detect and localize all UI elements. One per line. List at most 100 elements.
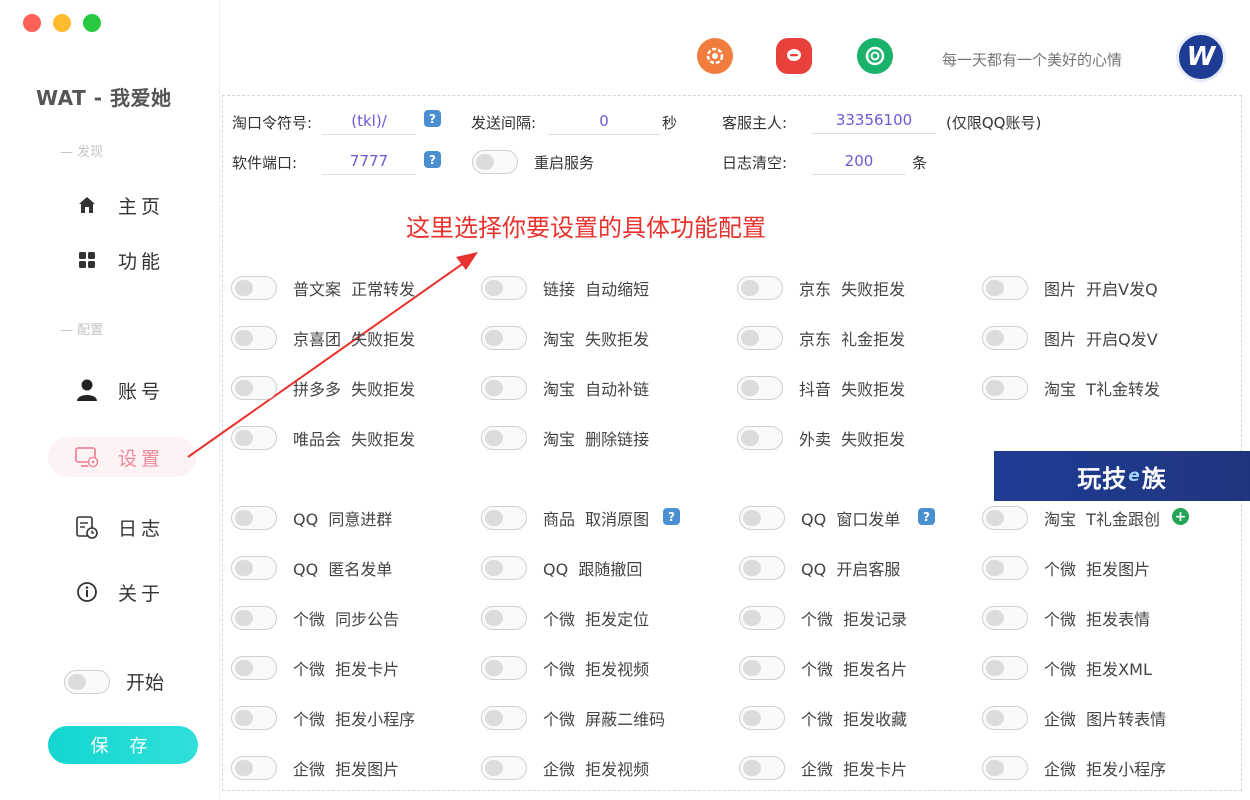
option-switch[interactable] [982, 656, 1028, 680]
option-toggle: QQ 开启客服 [739, 555, 900, 581]
option-label: 个微 拒发XML [1044, 660, 1152, 679]
option-toggle: 淘宝 删除链接 [481, 425, 649, 451]
option-label: QQ 窗口发单 [801, 510, 901, 529]
option-switch[interactable] [982, 606, 1028, 630]
option-toggle: 个微 同步公告 [231, 605, 399, 631]
option-label: 企微 拒发卡片 [801, 760, 908, 779]
option-switch[interactable] [481, 506, 527, 530]
option-toggle: QQ 同意进群 [231, 505, 392, 531]
option-switch[interactable] [231, 426, 277, 450]
option-switch[interactable] [481, 376, 527, 400]
option-switch[interactable] [737, 326, 783, 350]
option-switch[interactable] [982, 556, 1028, 580]
option-switch[interactable] [481, 326, 527, 350]
option-label: 个微 屏蔽二维码 [543, 710, 666, 729]
option-label: 淘宝 删除链接 [543, 430, 650, 449]
option-label: 普文案 正常转发 [293, 280, 416, 299]
option-toggle: 个微 拒发卡片 [231, 655, 399, 681]
option-switch[interactable] [982, 376, 1028, 400]
option-switch[interactable] [739, 606, 785, 630]
option-switch[interactable] [737, 376, 783, 400]
option-label: 个微 拒发小程序 [293, 710, 416, 729]
option-label: 抖音 失败拒发 [799, 380, 906, 399]
option-switch[interactable] [982, 276, 1028, 300]
option-switch[interactable] [737, 276, 783, 300]
watermark-text-e: e [1128, 466, 1141, 486]
option-label: 商品 取消原图 [543, 510, 650, 529]
option-label: 淘宝 T礼金跟创 [1044, 510, 1160, 529]
option-switch[interactable] [231, 556, 277, 580]
option-label: QQ 跟随撤回 [543, 560, 643, 579]
option-switch[interactable] [739, 656, 785, 680]
option-switch[interactable] [231, 276, 277, 300]
option-label: 企微 拒发小程序 [1044, 760, 1167, 779]
option-switch[interactable] [481, 556, 527, 580]
option-switch[interactable] [739, 756, 785, 780]
option-toggle: QQ 窗口发单 [739, 505, 900, 531]
option-toggle: QQ 匿名发单 [231, 555, 392, 581]
option-toggle: 个微 拒发名片 [739, 655, 907, 681]
option-toggle: 企微 拒发卡片 [739, 755, 907, 781]
option-toggle: 外卖 失败拒发 [737, 425, 905, 451]
option-switch[interactable] [982, 506, 1028, 530]
option-toggle: 企微 图片转表情 [982, 705, 1166, 731]
option-toggle: 个微 拒发收藏 [739, 705, 907, 731]
option-switch[interactable] [982, 756, 1028, 780]
window-order-help-icon[interactable]: ? [918, 508, 935, 525]
option-label: 京东 礼金拒发 [799, 330, 906, 349]
option-switch[interactable] [231, 606, 277, 630]
option-switch[interactable] [481, 276, 527, 300]
option-toggle: 京东 失败拒发 [737, 275, 905, 301]
option-switch[interactable] [231, 506, 277, 530]
option-switch[interactable] [481, 656, 527, 680]
option-switch[interactable] [481, 606, 527, 630]
option-switch[interactable] [982, 326, 1028, 350]
option-toggle: QQ 跟随撤回 [481, 555, 642, 581]
option-switch[interactable] [481, 756, 527, 780]
option-switch[interactable] [982, 706, 1028, 730]
option-label: 企微 拒发图片 [293, 760, 400, 779]
option-label: 链接 自动缩短 [543, 280, 650, 299]
option-label: 外卖 失败拒发 [799, 430, 906, 449]
option-switch[interactable] [231, 706, 277, 730]
option-toggle: 拼多多 失败拒发 [231, 375, 415, 401]
option-switch[interactable] [737, 426, 783, 450]
option-toggle: 普文案 正常转发 [231, 275, 415, 301]
add-plus-icon[interactable]: + [1172, 508, 1189, 525]
option-toggle: 商品 取消原图 [481, 505, 649, 531]
cancel-original-help-icon[interactable]: ? [663, 508, 680, 525]
option-label: QQ 同意进群 [293, 510, 393, 529]
option-label: 个微 拒发视频 [543, 660, 650, 679]
option-toggle: 企微 拒发小程序 [982, 755, 1166, 781]
option-label: 企微 图片转表情 [1044, 710, 1167, 729]
option-label: QQ 匿名发单 [293, 560, 393, 579]
option-toggle: 个微 拒发定位 [481, 605, 649, 631]
option-toggle: 京喜团 失败拒发 [231, 325, 415, 351]
option-switch[interactable] [231, 376, 277, 400]
option-switch[interactable] [739, 506, 785, 530]
option-label: 个微 拒发卡片 [293, 660, 400, 679]
option-toggle: 个微 拒发视频 [481, 655, 649, 681]
option-toggle: 京东 礼金拒发 [737, 325, 905, 351]
option-label: 企微 拒发视频 [543, 760, 650, 779]
option-label: 个微 拒发名片 [801, 660, 908, 679]
option-toggle: 个微 拒发小程序 [231, 705, 415, 731]
option-toggle: 图片 开启V发Q [982, 275, 1158, 301]
option-switch[interactable] [481, 706, 527, 730]
option-switch[interactable] [739, 706, 785, 730]
option-label: QQ 开启客服 [801, 560, 901, 579]
option-toggle: 抖音 失败拒发 [737, 375, 905, 401]
option-label: 个微 拒发记录 [801, 610, 908, 629]
option-label: 个微 同步公告 [293, 610, 400, 629]
app-window: WAT - 我爱她 — 发现 主页 功能 — 配置 账号 设置 日志 关于 开始… [0, 0, 1250, 800]
option-switch[interactable] [231, 326, 277, 350]
option-label: 个微 拒发定位 [543, 610, 650, 629]
option-toggle: 企微 拒发图片 [231, 755, 399, 781]
option-label: 淘宝 T礼金转发 [1044, 380, 1160, 399]
option-toggle: 个微 拒发记录 [739, 605, 907, 631]
option-switch[interactable] [739, 556, 785, 580]
option-switch[interactable] [481, 426, 527, 450]
option-switch[interactable] [231, 756, 277, 780]
option-label: 淘宝 失败拒发 [543, 330, 650, 349]
option-switch[interactable] [231, 656, 277, 680]
